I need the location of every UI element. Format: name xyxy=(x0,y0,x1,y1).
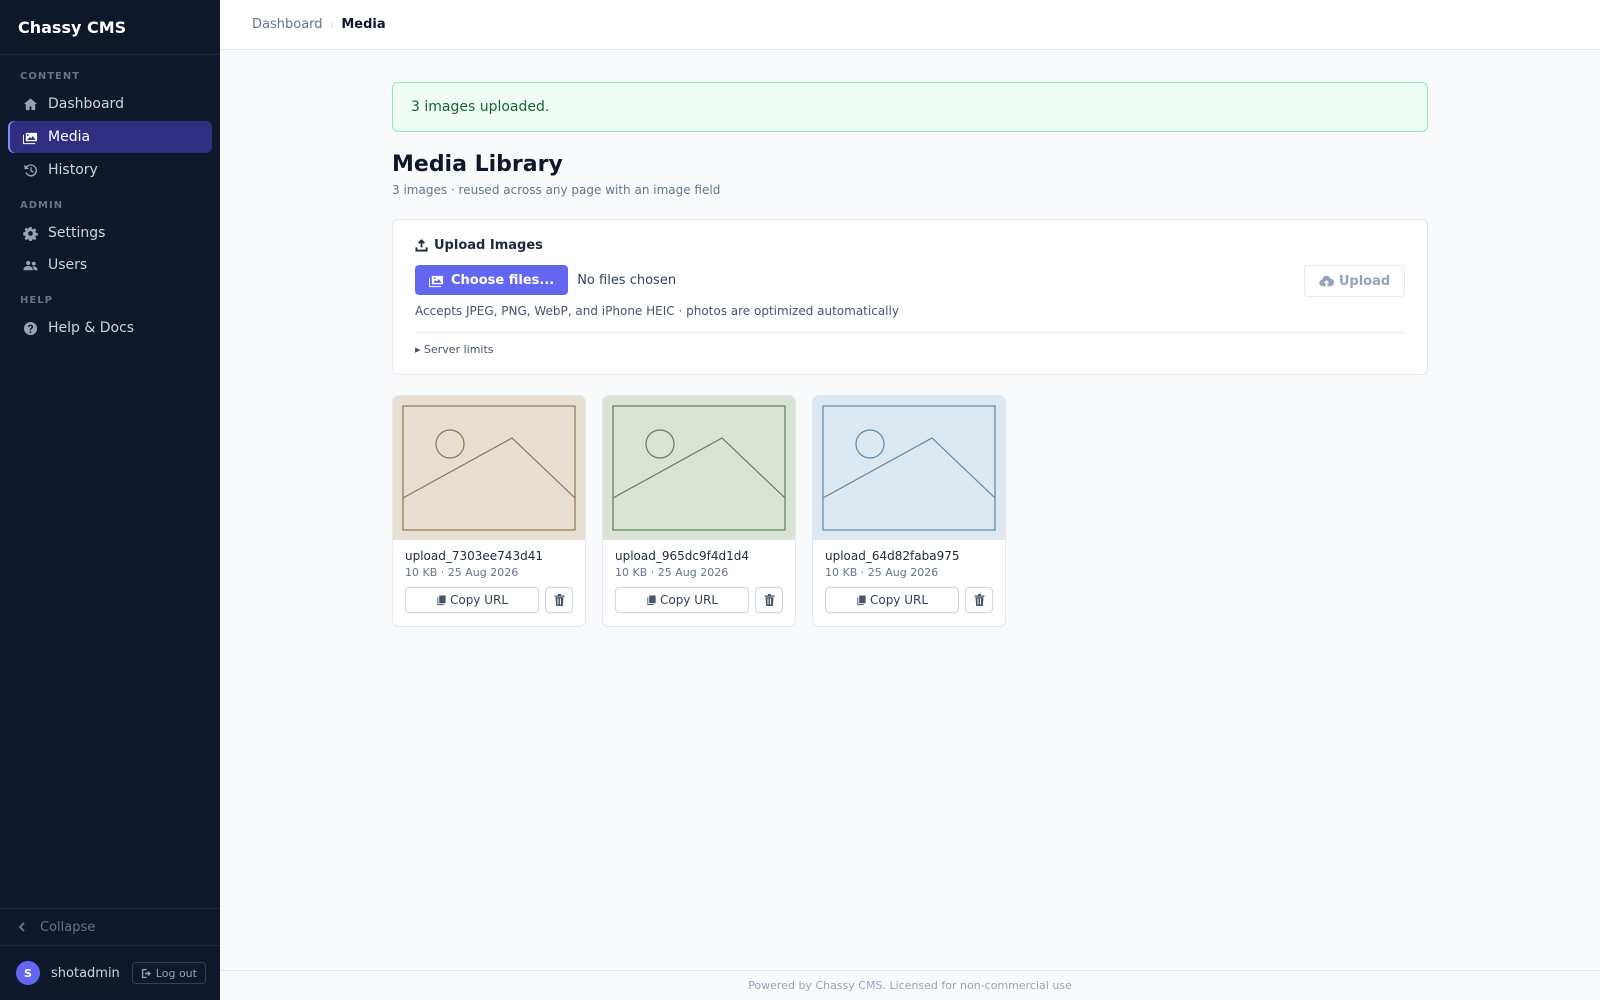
trash-icon xyxy=(554,594,564,606)
collapse-button[interactable]: Collapse xyxy=(0,908,220,945)
app-title: Chassy CMS xyxy=(0,0,220,55)
sidebar-item-users[interactable]: Users xyxy=(8,249,212,281)
copy-icon xyxy=(647,594,656,605)
help-circle-icon xyxy=(22,320,38,336)
upload-heading-label: Upload Images xyxy=(434,238,543,253)
breadcrumb-current: Media xyxy=(341,17,386,32)
logout-button[interactable]: Log out xyxy=(131,962,206,984)
media-thumbnail[interactable] xyxy=(813,396,1005,540)
media-filename: upload_7303ee743d41 xyxy=(405,549,543,563)
copy-icon xyxy=(857,594,866,605)
users-icon xyxy=(22,257,38,273)
section-label-content: CONTENT xyxy=(20,71,81,82)
upload-icon xyxy=(415,239,428,252)
success-alert: 3 images uploaded. xyxy=(392,82,1428,132)
sidebar-item-help[interactable]: Help & Docs xyxy=(8,312,212,344)
footer: Powered by Chassy CMS. Licensed for non-… xyxy=(220,970,1600,1000)
copy-url-label: Copy URL xyxy=(659,593,719,607)
copy-icon xyxy=(437,594,446,605)
images-icon xyxy=(22,129,38,145)
trash-icon xyxy=(764,594,774,606)
section-label-admin: ADMIN xyxy=(20,200,64,211)
alert-message: 3 images uploaded. xyxy=(411,99,550,115)
choose-files-label: Choose files... xyxy=(451,272,555,288)
file-selection-status: No files chosen xyxy=(577,272,677,288)
cloud-upload-icon xyxy=(1319,275,1334,286)
history-icon xyxy=(22,162,38,178)
sidebar-item-label: Media xyxy=(48,129,91,145)
home-icon xyxy=(22,96,38,112)
copy-url-button[interactable]: Copy URL xyxy=(825,587,959,613)
media-filename: upload_64d82faba975 xyxy=(825,549,960,563)
copy-url-button[interactable]: Copy URL xyxy=(615,587,749,613)
media-filename: upload_965dc9f4d1d4 xyxy=(615,549,749,563)
media-thumbnail[interactable] xyxy=(393,396,585,540)
sidebar-item-history[interactable]: History xyxy=(8,154,212,186)
image-placeholder-icon xyxy=(402,405,576,531)
divider xyxy=(415,332,1405,333)
media-card: upload_64d82faba975 10 KB · 25 Aug 2026 … xyxy=(812,395,1006,627)
sidebar-item-settings[interactable]: Settings xyxy=(8,217,212,249)
footer-text: Powered by Chassy CMS. Licensed for non-… xyxy=(748,979,1072,992)
trash-icon xyxy=(974,594,984,606)
sidebar-item-label: Settings xyxy=(48,225,106,241)
upload-card: Upload Images Choose files... No files c… xyxy=(392,219,1428,375)
sidebar-item-label: History xyxy=(48,162,98,178)
media-meta: 10 KB · 25 Aug 2026 xyxy=(405,566,519,579)
copy-url-label: Copy URL xyxy=(869,593,929,607)
media-card: upload_965dc9f4d1d4 10 KB · 25 Aug 2026 … xyxy=(602,395,796,627)
server-limits-toggle[interactable]: ▸ Server limits xyxy=(415,343,1405,356)
image-placeholder-icon xyxy=(822,405,996,531)
section-label-help: HELP xyxy=(20,295,53,306)
logout-label: Log out xyxy=(155,966,197,980)
media-grid: upload_7303ee743d41 10 KB · 25 Aug 2026 … xyxy=(392,395,1428,627)
upload-heading: Upload Images xyxy=(415,238,1405,253)
user-bar: S shotadmin Log out xyxy=(0,945,220,1000)
delete-button[interactable] xyxy=(755,587,783,613)
page-subtitle: 3 images · reused across any page with a… xyxy=(392,183,721,197)
breadcrumb-separator-icon: › xyxy=(329,17,335,32)
upload-button-label: Upload xyxy=(1338,273,1391,289)
delete-button[interactable] xyxy=(545,587,573,613)
upload-button[interactable]: Upload xyxy=(1304,265,1405,297)
sidebar-item-label: Users xyxy=(48,257,88,273)
breadcrumb-dashboard-link[interactable]: Dashboard xyxy=(252,17,323,32)
media-meta: 10 KB · 25 Aug 2026 xyxy=(615,566,729,579)
sidebar-item-label: Dashboard xyxy=(48,96,124,112)
choose-files-button[interactable]: Choose files... xyxy=(415,265,569,295)
avatar[interactable]: S xyxy=(16,961,40,985)
breadcrumb: Dashboard › Media xyxy=(220,0,1600,50)
images-icon xyxy=(429,275,444,287)
media-thumbnail[interactable] xyxy=(603,396,795,540)
image-placeholder-icon xyxy=(612,405,786,531)
gear-icon xyxy=(22,225,38,241)
main-content: 3 images uploaded. Media Library 3 image… xyxy=(392,82,1428,627)
logout-icon xyxy=(141,968,151,978)
page-title: Media Library xyxy=(392,152,563,177)
media-meta: 10 KB · 25 Aug 2026 xyxy=(825,566,939,579)
media-card: upload_7303ee743d41 10 KB · 25 Aug 2026 … xyxy=(392,395,586,627)
sidebar-item-dashboard[interactable]: Dashboard xyxy=(8,88,212,120)
accepted-formats-note: Accepts JPEG, PNG, WebP, and iPhone HEIC… xyxy=(415,304,899,318)
sidebar-item-media[interactable]: Media xyxy=(8,121,212,153)
username: shotadmin xyxy=(51,965,120,981)
copy-url-button[interactable]: Copy URL xyxy=(405,587,539,613)
collapse-label: Collapse xyxy=(40,919,96,935)
copy-url-label: Copy URL xyxy=(449,593,509,607)
delete-button[interactable] xyxy=(965,587,993,613)
sidebar: Chassy CMS CONTENT Dashboard Media Histo… xyxy=(0,0,220,1000)
chevron-left-icon xyxy=(16,921,28,933)
sidebar-item-label: Help & Docs xyxy=(48,320,135,336)
